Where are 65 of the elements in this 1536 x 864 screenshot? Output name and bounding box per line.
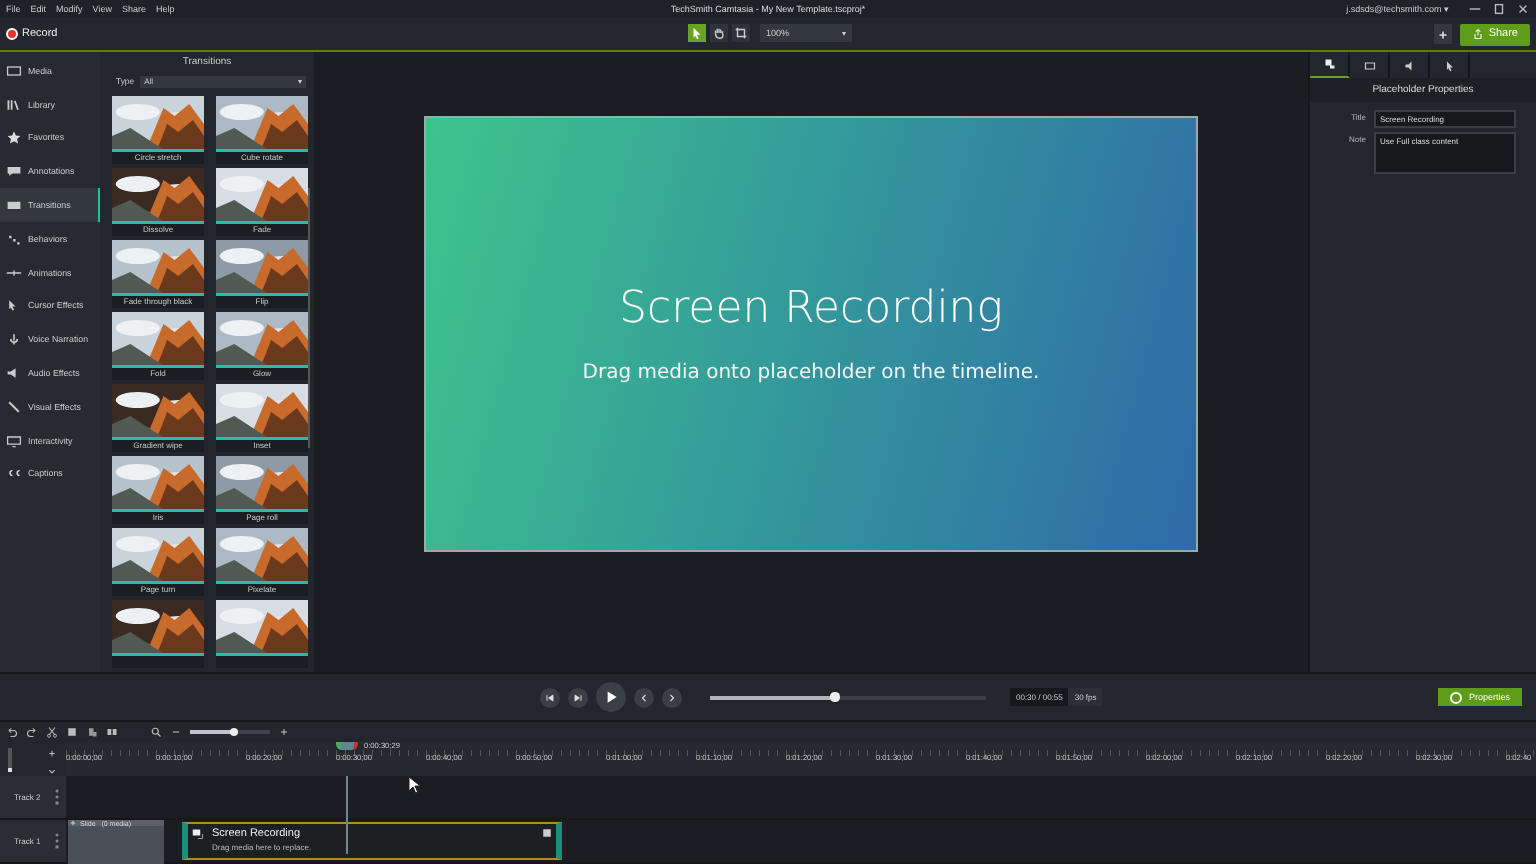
add-track-icon[interactable] [46,748,58,759]
dots-icon [6,231,22,246]
previous-frame-button[interactable] [540,687,560,707]
slide-subtitle: Drag media onto placeholder on the timeline. [582,362,1040,384]
chevron-right-icon [666,691,678,703]
step-forward-icon [572,691,584,703]
playhead-line [346,776,348,854]
star-icon [6,130,22,145]
record-icon [6,28,18,40]
next-frame-button[interactable] [568,687,588,707]
zoom-slider-thumb[interactable] [230,727,238,736]
monitor-icon [6,433,22,448]
cut-icon[interactable] [46,726,58,738]
next-button[interactable] [662,687,682,707]
film-icon [6,63,22,78]
plus-icon[interactable] [70,819,76,825]
search-icon[interactable] [150,726,162,738]
chevron-left-icon [638,691,650,703]
scrollbar[interactable] [307,188,310,448]
zoom-out-icon[interactable] [170,726,182,738]
placeholder-icon [192,828,204,840]
gear-icon [1450,691,1463,703]
speaker-icon [1403,59,1415,71]
pointer-icon [6,298,22,313]
transition-icon [6,198,22,213]
film-icon [1363,59,1375,71]
upload-icon [1472,28,1485,40]
zoom-in-icon[interactable] [278,726,290,738]
split-icon[interactable] [106,726,118,738]
transition-thumbnail[interactable] [216,600,308,668]
crop-icon [734,26,748,40]
canvas-slide[interactable]: Screen Recording Drag media onto placeholder on the timeline. [424,116,1198,552]
step-back-icon [544,691,556,703]
placeholder-icon [542,828,552,838]
paste-icon[interactable] [86,726,98,738]
slide-title: Screen Recording [619,284,1003,334]
speaker-icon [6,366,22,381]
speech-bubble-icon [6,164,22,179]
hand-tool-button[interactable] [710,24,728,42]
track-controls-icon[interactable] [54,832,60,850]
previous-button[interactable] [634,687,654,707]
crop-tool-button[interactable] [732,24,750,42]
placeholder-icon [1323,58,1335,70]
redo-icon[interactable] [26,726,38,738]
scrubber-thumb[interactable] [830,692,840,702]
undo-icon[interactable] [6,726,18,738]
play-icon [602,688,620,706]
play-button[interactable] [596,682,626,712]
pointer-icon [690,26,704,40]
transition-thumbnail[interactable] [112,600,204,668]
minimize-icon[interactable] [1468,2,1482,16]
add-button[interactable] [1434,24,1453,44]
copy-icon[interactable] [66,726,78,738]
track-controls-icon[interactable] [54,788,60,806]
wand-icon [6,399,22,414]
books-icon [6,97,22,112]
captions-icon [6,466,22,481]
mouse-pointer-icon [408,776,420,794]
close-icon[interactable] [1516,2,1530,16]
chevron-down-icon[interactable] [46,765,58,776]
plus-icon [1436,27,1451,41]
pointer-icon [1443,59,1455,71]
maximize-icon[interactable] [1492,2,1506,16]
hand-icon [712,26,726,40]
playhead-handle[interactable] [336,742,358,750]
